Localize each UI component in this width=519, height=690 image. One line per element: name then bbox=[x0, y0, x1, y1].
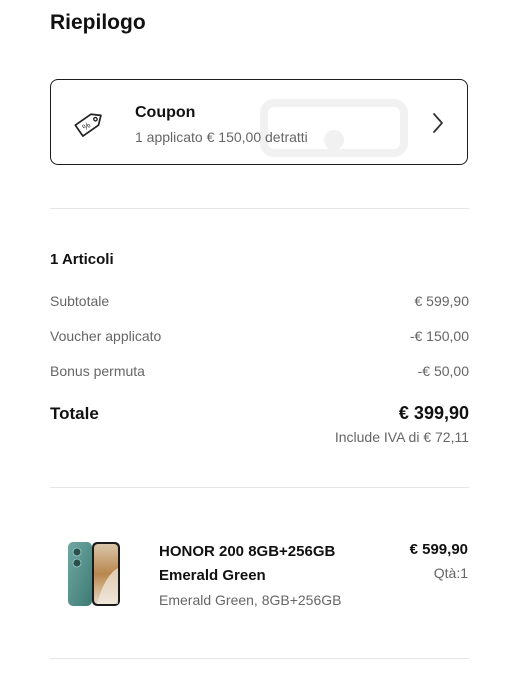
product-variant: Emerald Green, 8GB+256GB bbox=[159, 592, 342, 608]
vat-note: Include IVA di € 72,11 bbox=[334, 429, 469, 445]
total-value: € 399,90 bbox=[398, 403, 469, 423]
trade-in-bonus-label: Bonus permuta bbox=[50, 363, 145, 379]
page-title: Riepilogo bbox=[50, 11, 146, 34]
divider bbox=[50, 487, 469, 488]
coupon-title: Coupon bbox=[135, 104, 196, 121]
subtotal-value: € 599,90 bbox=[414, 293, 470, 309]
product-name[interactable]: HONOR 200 8GB+256GB Emerald Green bbox=[159, 540, 374, 588]
coupon-card[interactable]: % Coupon 1 applicato € 150,00 detratti bbox=[50, 79, 468, 165]
product-price: € 599,90 bbox=[409, 541, 468, 558]
trade-in-bonus-value: -€ 50,00 bbox=[417, 363, 469, 379]
divider bbox=[50, 208, 469, 209]
coupon-watermark-icon bbox=[260, 99, 408, 157]
product-image[interactable] bbox=[64, 540, 124, 608]
subtotal-label: Subtotale bbox=[50, 293, 110, 309]
total-label: Totale bbox=[50, 404, 99, 423]
voucher-value: -€ 150,00 bbox=[409, 328, 469, 344]
chevron-right-icon[interactable] bbox=[431, 111, 445, 135]
divider bbox=[50, 658, 469, 659]
product-quantity: Qtà:1 bbox=[433, 565, 468, 581]
coupon-tag-icon: % bbox=[74, 113, 102, 137]
voucher-label: Voucher applicato bbox=[50, 328, 162, 344]
coupon-applied-text: 1 applicato € 150,00 detratti bbox=[135, 129, 308, 145]
items-count-label: 1 Articoli bbox=[50, 251, 114, 268]
